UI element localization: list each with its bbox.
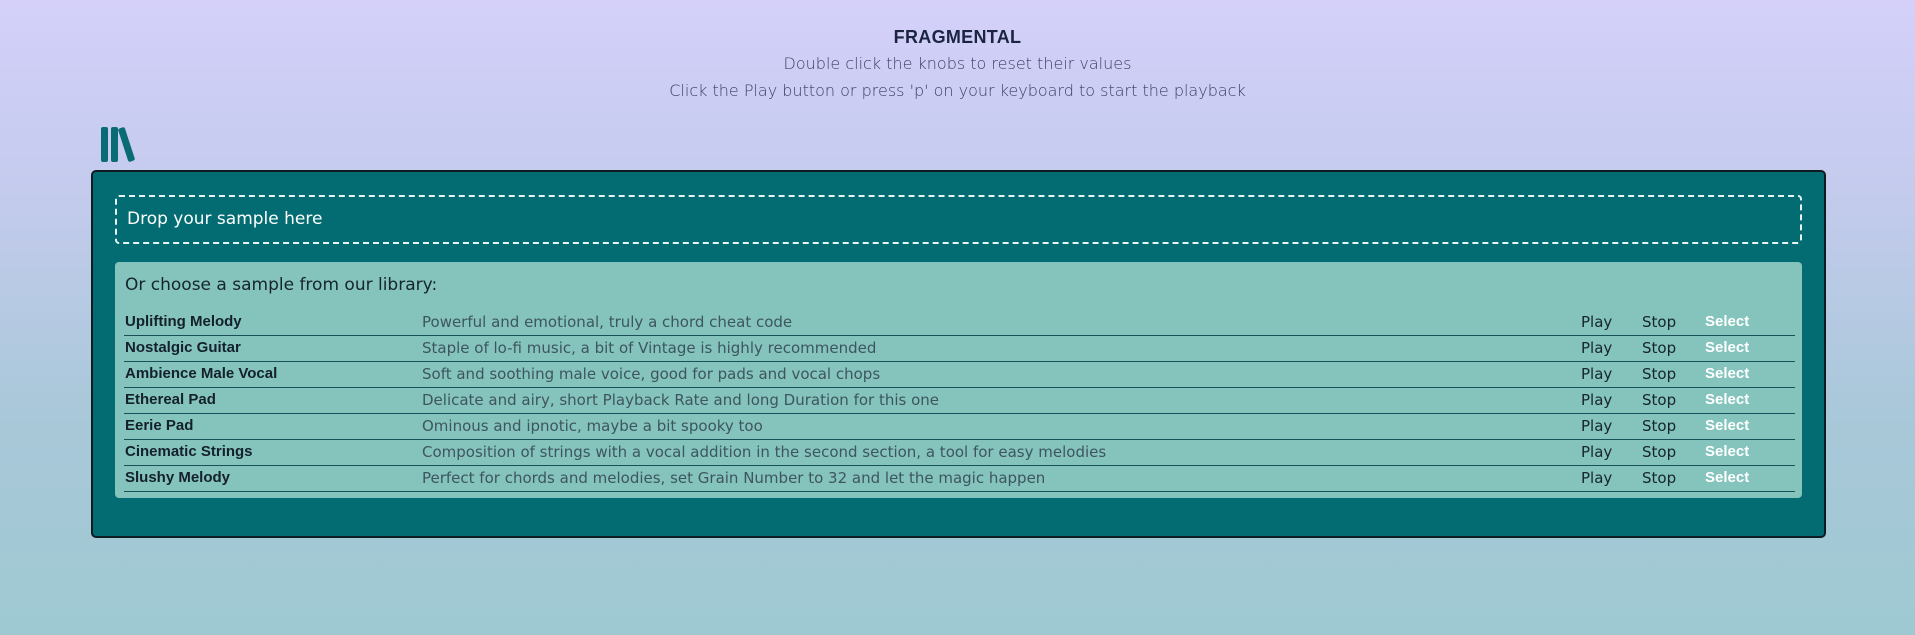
instruction-knobs: Double click the knobs to reset their va… — [783, 54, 1132, 73]
sample-description: Perfect for chords and melodies, set Gra… — [422, 469, 1046, 487]
app-title: FRAGMENTAL — [893, 27, 1022, 47]
page-header: FRAGMENTAL Double click the knobs to res… — [0, 24, 1915, 104]
sample-row: Ambience Male Vocal Soft and soothing ma… — [124, 362, 1795, 388]
play-button[interactable]: Play — [1581, 466, 1612, 490]
play-button[interactable]: Play — [1581, 414, 1612, 438]
play-button[interactable]: Play — [1581, 362, 1612, 386]
stop-button[interactable]: Stop — [1642, 388, 1676, 412]
sample-row: Eerie Pad Ominous and ipnotic, maybe a b… — [124, 414, 1795, 440]
play-button[interactable]: Play — [1581, 310, 1612, 334]
sample-name: Ethereal Pad — [125, 391, 216, 408]
select-button[interactable]: Select — [1705, 336, 1749, 360]
sample-library: Or choose a sample from our library: Upl… — [115, 262, 1802, 498]
play-button[interactable]: Play — [1581, 388, 1612, 412]
select-button[interactable]: Select — [1705, 440, 1749, 464]
stop-button[interactable]: Stop — [1642, 440, 1676, 464]
sample-row: Slushy Melody Perfect for chords and mel… — [124, 466, 1795, 492]
sample-name: Slushy Melody — [125, 469, 231, 486]
sample-description: Staple of lo-fi music, a bit of Vintage … — [422, 339, 877, 357]
sample-row: Cinematic Strings Composition of strings… — [124, 440, 1795, 466]
sample-name: Uplifting Melody — [125, 313, 242, 330]
stop-button[interactable]: Stop — [1642, 310, 1676, 334]
sample-list: Uplifting Melody Powerful and emotional,… — [124, 310, 1795, 492]
library-books-icon[interactable] — [101, 127, 139, 163]
sample-description: Soft and soothing male voice, good for p… — [422, 365, 881, 383]
sample-panel: Drop your sample here Or choose a sample… — [91, 170, 1826, 538]
stop-button[interactable]: Stop — [1642, 362, 1676, 386]
select-button[interactable]: Select — [1705, 414, 1749, 438]
sample-row: Ethereal Pad Delicate and airy, short Pl… — [124, 388, 1795, 414]
sample-description: Ominous and ipnotic, maybe a bit spooky … — [422, 417, 763, 435]
select-button[interactable]: Select — [1705, 388, 1749, 412]
stop-button[interactable]: Stop — [1642, 414, 1676, 438]
sample-description: Powerful and emotional, truly a chord ch… — [422, 313, 793, 331]
instruction-playback: Click the Play button or press 'p' on yo… — [669, 81, 1246, 100]
sample-name: Nostalgic Guitar — [125, 339, 241, 356]
play-button[interactable]: Play — [1581, 440, 1612, 464]
sample-description: Composition of strings with a vocal addi… — [422, 443, 1107, 461]
stop-button[interactable]: Stop — [1642, 466, 1676, 490]
sample-dropzone[interactable]: Drop your sample here — [115, 195, 1802, 244]
sample-name: Cinematic Strings — [125, 443, 253, 460]
library-intro: Or choose a sample from our library: — [125, 275, 438, 295]
select-button[interactable]: Select — [1705, 310, 1749, 334]
play-button[interactable]: Play — [1581, 336, 1612, 360]
sample-row: Nostalgic Guitar Staple of lo-fi music, … — [124, 336, 1795, 362]
select-button[interactable]: Select — [1705, 466, 1749, 490]
sample-description: Delicate and airy, short Playback Rate a… — [422, 391, 940, 409]
select-button[interactable]: Select — [1705, 362, 1749, 386]
sample-name: Eerie Pad — [125, 417, 194, 434]
sample-name: Ambience Male Vocal — [125, 365, 278, 382]
stop-button[interactable]: Stop — [1642, 336, 1676, 360]
sample-row: Uplifting Melody Powerful and emotional,… — [124, 310, 1795, 336]
